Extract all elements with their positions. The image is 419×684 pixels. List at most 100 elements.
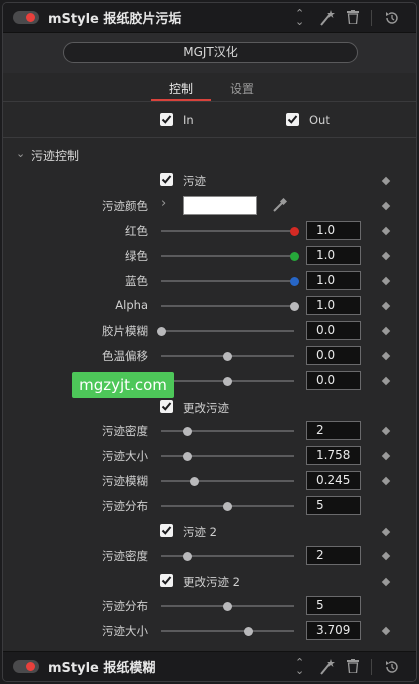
- green-slider[interactable]: [161, 251, 299, 261]
- film-blur-value-field[interactable]: 0.0: [306, 321, 361, 340]
- color-swatch[interactable]: [183, 196, 257, 215]
- keyframe-diamond[interactable]: [381, 326, 391, 336]
- stain2-dist-value-field[interactable]: 5: [306, 596, 361, 615]
- tool-title: mStyle 报纸模糊: [48, 661, 156, 676]
- tool-body: MGJT汉化 控制 设置 In Out ⌄ 污迹控制 污迹 污迹颜色 › 红色 1…: [3, 33, 416, 651]
- enable-toggle[interactable]: [13, 11, 39, 24]
- stain-size-slider[interactable]: [161, 451, 294, 461]
- hidden-row-slider[interactable]: [161, 376, 294, 386]
- header-divider: [371, 10, 372, 26]
- stain-size-value-field[interactable]: 1.758: [306, 446, 361, 465]
- stain-blur-value-field[interactable]: 0.245: [306, 471, 361, 490]
- tool-title: mStyle 报纸胶片污垢: [48, 12, 182, 27]
- keyframe-diamond[interactable]: [381, 201, 391, 211]
- alpha-value-field[interactable]: 1.0: [306, 296, 361, 315]
- slider-knob[interactable]: [289, 301, 299, 311]
- keyframe-diamond[interactable]: [381, 351, 391, 361]
- stain2-size-value-field[interactable]: 3.709: [306, 621, 361, 640]
- preset-bar: MGJT汉化: [3, 33, 416, 73]
- stain-dist-value-field[interactable]: 5: [306, 496, 361, 515]
- chevron-down-icon[interactable]: ⌄: [16, 147, 25, 161]
- keyframe-diamond[interactable]: [381, 226, 391, 236]
- change-stain2-label: 更改污迹 2: [183, 575, 240, 589]
- stain-density-value-field[interactable]: 2: [306, 421, 361, 440]
- enable-toggle[interactable]: [13, 660, 39, 673]
- slider-knob[interactable]: [289, 276, 299, 286]
- trash-icon[interactable]: [347, 10, 359, 27]
- in-checkbox[interactable]: [160, 113, 173, 126]
- film-blur-slider[interactable]: [156, 326, 294, 336]
- hidden-row-value-field[interactable]: 0.0: [306, 371, 361, 390]
- stain-dist-slider[interactable]: [161, 501, 294, 511]
- magic-wand-icon[interactable]: [318, 9, 336, 30]
- slider-knob[interactable]: [183, 551, 193, 561]
- slider-knob[interactable]: [183, 426, 193, 436]
- magic-wand-icon[interactable]: [318, 658, 336, 679]
- tab-settings[interactable]: 设置: [230, 80, 254, 97]
- reset-icon[interactable]: [384, 10, 400, 29]
- eyedropper-icon[interactable]: [272, 197, 288, 216]
- slider-knob[interactable]: [223, 351, 232, 361]
- stain2-dist-label: 污迹分布: [102, 599, 148, 613]
- slider-knob[interactable]: [244, 626, 254, 636]
- change-stain2-checkbox[interactable]: [160, 574, 173, 587]
- keyframe-diamond[interactable]: [381, 251, 391, 261]
- green-value-field[interactable]: 1.0: [306, 246, 361, 265]
- blue-slider[interactable]: [161, 276, 299, 286]
- keyframe-diamond[interactable]: [381, 527, 391, 537]
- alpha-slider[interactable]: [161, 301, 299, 311]
- tab-bar: 控制 设置: [3, 75, 416, 101]
- red-value-field[interactable]: 1.0: [306, 221, 361, 240]
- keyframe-diamond[interactable]: [381, 301, 391, 311]
- keyframe-diamond[interactable]: [381, 376, 391, 386]
- keyframe-diamond[interactable]: [381, 551, 391, 561]
- stain2-density-slider[interactable]: [161, 551, 294, 561]
- change-stain-checkbox[interactable]: [160, 400, 173, 413]
- reset-icon[interactable]: [384, 659, 400, 678]
- stain-density-slider[interactable]: [161, 426, 294, 436]
- color-temp-value-field[interactable]: 0.0: [306, 346, 361, 365]
- slider-knob[interactable]: [223, 501, 232, 511]
- slider-knob[interactable]: [289, 251, 299, 261]
- next-tool-header: mStyle 报纸模糊 ⌃ ⌄: [3, 651, 416, 681]
- section-title[interactable]: 污迹控制: [31, 147, 79, 164]
- tab-controls[interactable]: 控制: [169, 80, 193, 97]
- blue-value-field[interactable]: 1.0: [306, 271, 361, 290]
- out-checkbox[interactable]: [286, 113, 299, 126]
- stain2-size-label: 污迹大小: [102, 624, 148, 638]
- keyframe-diamond[interactable]: [381, 451, 391, 461]
- keyframe-diamond[interactable]: [381, 626, 391, 636]
- slider-knob[interactable]: [183, 451, 193, 461]
- updown-chevron-icon[interactable]: ⌃ ⌄: [295, 8, 304, 27]
- stain-blur-label: 污迹模糊: [102, 474, 148, 488]
- header-divider: [371, 659, 372, 675]
- slider-knob[interactable]: [289, 226, 299, 236]
- stain-size-label: 污迹大小: [102, 449, 148, 463]
- slider-knob[interactable]: [156, 326, 166, 336]
- updown-chevron-icon[interactable]: ⌃ ⌄: [295, 657, 304, 676]
- tool-header: mStyle 报纸胶片污垢 ⌃ ⌄: [3, 3, 416, 33]
- stain-dist-label: 污迹分布: [102, 499, 148, 513]
- slider-knob[interactable]: [223, 376, 232, 386]
- keyframe-diamond[interactable]: [381, 577, 391, 587]
- stain2-dist-slider[interactable]: [161, 601, 294, 611]
- slider-knob[interactable]: [223, 601, 232, 611]
- stain2-checkbox[interactable]: [160, 524, 173, 537]
- red-label: 红色: [125, 224, 148, 238]
- stain-blur-slider[interactable]: [161, 476, 294, 486]
- red-slider[interactable]: [161, 226, 299, 236]
- keyframe-diamond[interactable]: [381, 176, 391, 186]
- chevron-right-icon[interactable]: ›: [161, 197, 166, 211]
- stain2-density-value-field[interactable]: 2: [306, 546, 361, 565]
- trash-icon[interactable]: [347, 659, 359, 676]
- keyframe-diamond[interactable]: [381, 476, 391, 486]
- slider-knob[interactable]: [189, 476, 199, 486]
- keyframe-diamond[interactable]: [381, 426, 391, 436]
- preset-button[interactable]: MGJT汉化: [63, 42, 358, 63]
- stain-checkbox[interactable]: [160, 173, 173, 186]
- change-stain-label: 更改污迹: [183, 401, 229, 415]
- keyframe-diamond[interactable]: [381, 276, 391, 286]
- stain-label: 污迹: [183, 174, 206, 188]
- color-temp-slider[interactable]: [161, 351, 294, 361]
- stain2-size-slider[interactable]: [161, 626, 294, 636]
